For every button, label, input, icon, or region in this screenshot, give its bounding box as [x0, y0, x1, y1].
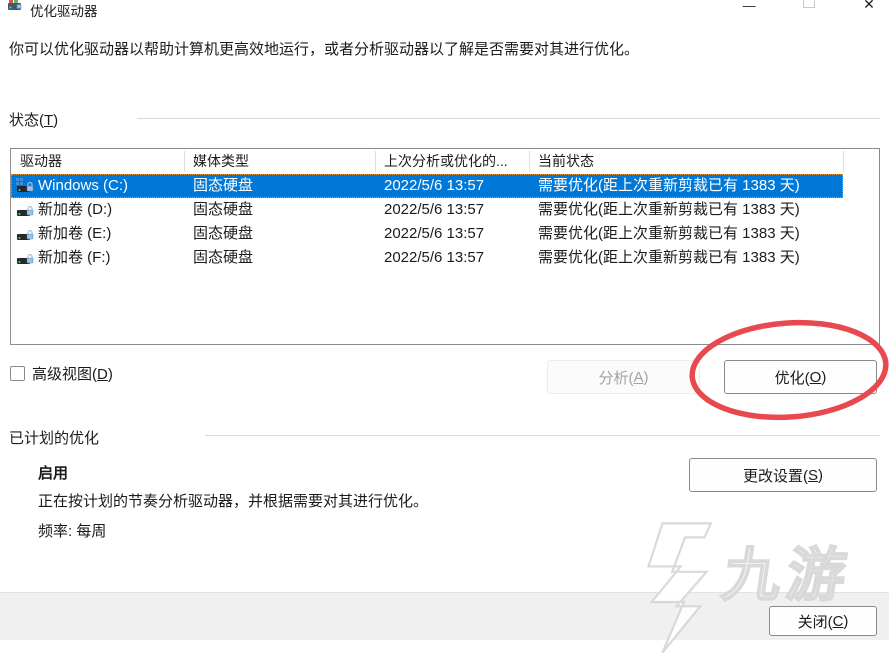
optimize-button-suffix: ) [821, 369, 826, 386]
change-settings-text: 更改设置( [743, 465, 808, 486]
scheduled-optimization-label: 已计划的优化 [9, 427, 99, 448]
windows-drive-lock-icon [16, 178, 35, 195]
column-header-drive[interactable]: 驱动器 [11, 149, 184, 174]
scheduled-optimization-divider [205, 435, 880, 436]
drive-name: Windows (C:) [38, 174, 128, 198]
status-access-key: T [44, 112, 53, 129]
media-type: 固态硬盘 [184, 174, 375, 198]
schedule-description: 正在按计划的节奏分析驱动器，并根据需要对其进行优化。 [38, 490, 428, 511]
current-status: 需要优化(距上次重新剪裁已有 1383 天) [529, 198, 843, 222]
status-group-label: 状态(T) [9, 109, 58, 130]
drive-name: 新加卷 (F:) [38, 246, 111, 270]
advanced-view-suffix: ) [108, 366, 113, 383]
header-separator [529, 151, 530, 172]
drive-name: 新加卷 (D:) [38, 198, 112, 222]
analyze-button-suffix: ) [644, 369, 649, 386]
analyze-button-text: 分析( [598, 367, 633, 388]
column-header-current-status[interactable]: 当前状态 [529, 149, 843, 174]
header-separator [184, 151, 185, 172]
change-settings-access-key: S [808, 467, 818, 484]
analyze-button: 分析(A) [547, 360, 700, 394]
close-access-key: C [833, 613, 844, 630]
schedule-frequency: 频率: 每周 [38, 520, 106, 541]
schedule-state: 启用 [38, 462, 68, 483]
drives-table-header: 驱动器 媒体类型 上次分析或优化的... 当前状态 [11, 149, 879, 174]
analyze-access-key: A [633, 369, 643, 386]
table-row-drive-c[interactable]: Windows (C:) 固态硬盘 2022/5/6 13:57 需要优化(距上… [11, 174, 843, 198]
drive-name: 新加卷 (E:) [38, 222, 111, 246]
header-separator [375, 151, 376, 172]
close-button[interactable]: 关闭(C) [769, 606, 877, 636]
window-title: 优化驱动器 [30, 0, 98, 18]
maximize-button [803, 0, 815, 8]
current-status: 需要优化(距上次重新剪裁已有 1383 天) [529, 246, 843, 270]
change-settings-suffix: ) [818, 467, 823, 484]
last-run: 2022/5/6 13:57 [375, 198, 529, 222]
media-type: 固态硬盘 [184, 246, 375, 270]
media-type: 固态硬盘 [184, 198, 375, 222]
change-settings-button[interactable]: 更改设置(S) [689, 458, 877, 492]
dialog-description: 你可以优化驱动器以帮助计算机更高效地运行，或者分析驱动器以了解是否需要对其进行优… [9, 38, 885, 59]
last-run: 2022/5/6 13:57 [375, 246, 529, 270]
advanced-view-text: 高级视图( [32, 366, 97, 383]
table-row-drive-e[interactable]: 新加卷 (E:) 固态硬盘 2022/5/6 13:57 需要优化(距上次重新剪… [11, 222, 843, 246]
column-header-media-type[interactable]: 媒体类型 [184, 149, 375, 174]
close-window-button[interactable]: ✕ [858, 0, 880, 13]
status-divider [137, 118, 880, 119]
table-row-drive-d[interactable]: 新加卷 (D:) 固态硬盘 2022/5/6 13:57 需要优化(距上次重新剪… [11, 198, 843, 222]
table-row-drive-f[interactable]: 新加卷 (F:) 固态硬盘 2022/5/6 13:57 需要优化(距上次重新剪… [11, 246, 843, 270]
dialog-footer [0, 592, 889, 640]
optimize-button[interactable]: 优化(O) [724, 360, 877, 394]
column-header-last-run[interactable]: 上次分析或优化的... [375, 149, 529, 174]
title-bar: 优化驱动器 — ✕ [0, 0, 889, 18]
advanced-view-access-key: D [97, 366, 108, 383]
status-label-suffix: ) [53, 112, 58, 129]
optimize-drives-app-icon [7, 0, 24, 13]
drive-lock-icon [16, 226, 35, 243]
advanced-view-checkbox[interactable] [10, 366, 25, 381]
optimize-button-text: 优化( [775, 367, 810, 388]
media-type: 固态硬盘 [184, 222, 375, 246]
current-status: 需要优化(距上次重新剪裁已有 1383 天) [529, 174, 843, 198]
advanced-view-label: 高级视图(D) [32, 363, 113, 384]
drives-table: 驱动器 媒体类型 上次分析或优化的... 当前状态 Windows (C:) 固… [10, 148, 880, 345]
drive-lock-icon [16, 202, 35, 219]
drive-lock-icon [16, 250, 35, 267]
close-button-suffix: ) [843, 613, 848, 630]
advanced-view-option[interactable]: 高级视图(D) [10, 363, 113, 384]
last-run: 2022/5/6 13:57 [375, 174, 529, 198]
current-status: 需要优化(距上次重新剪裁已有 1383 天) [529, 222, 843, 246]
minimize-button[interactable]: — [738, 0, 760, 13]
close-button-text: 关闭( [798, 611, 833, 632]
last-run: 2022/5/6 13:57 [375, 222, 529, 246]
header-separator [843, 151, 844, 172]
status-label-text: 状态( [9, 112, 44, 129]
optimize-access-key: O [810, 369, 822, 386]
